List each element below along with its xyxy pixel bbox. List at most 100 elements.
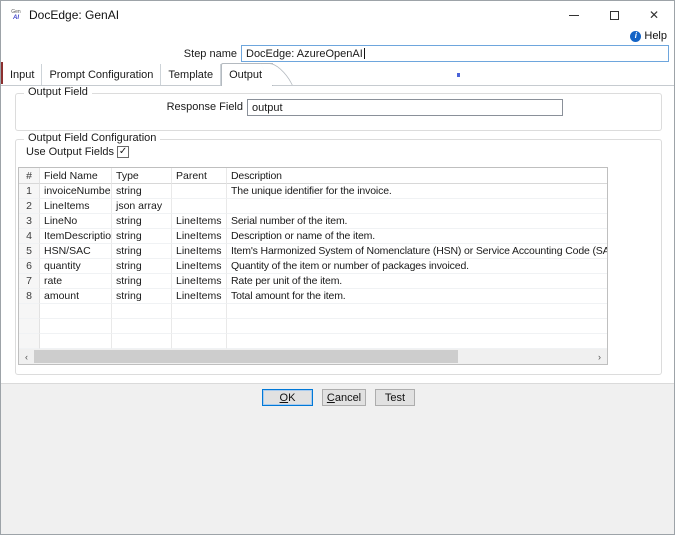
cell-description — [227, 319, 607, 334]
text-caret — [364, 48, 365, 59]
cell-field-name: HSN/SAC — [40, 244, 112, 259]
cell-parent: LineItems — [172, 229, 227, 244]
column-header-parent[interactable]: Parent — [172, 168, 227, 184]
cell-parent — [172, 199, 227, 214]
use-output-fields-checkbox[interactable]: ✓ — [117, 146, 129, 158]
step-name-input[interactable]: DocEdge: AzureOpenAI — [241, 45, 669, 62]
ok-rest: K — [288, 392, 295, 404]
close-icon: ✕ — [649, 8, 659, 22]
column-header-field-name[interactable]: Field Name — [40, 168, 112, 184]
cell-type: string — [112, 244, 172, 259]
scroll-right-arrow-icon[interactable]: › — [592, 349, 607, 364]
button-row: OK Cancel Test — [1, 389, 675, 406]
step-name-value: DocEdge: AzureOpenAI — [246, 48, 363, 60]
empty-table-row — [19, 304, 607, 319]
dialog-footer: OK Cancel Test — [1, 383, 675, 535]
close-button[interactable]: ✕ — [634, 1, 674, 29]
cell-description: Description or name of the item. — [227, 229, 607, 244]
config-group-title: Output Field Configuration — [24, 132, 160, 144]
tab-prompt-configuration[interactable]: Prompt Configuration — [42, 64, 161, 85]
table-header-row: # Field Name Type Parent Description — [19, 168, 607, 184]
output-tab-panel: Output Field Response Field output Outpu… — [1, 86, 675, 383]
cell-type: string — [112, 184, 172, 199]
cancel-rest: ancel — [335, 392, 361, 404]
cell-field-name: LineItems — [40, 199, 112, 214]
app-icon: Gen AI — [8, 7, 24, 23]
ok-button[interactable]: OK — [262, 389, 313, 406]
column-header-type[interactable]: Type — [112, 168, 172, 184]
cell-parent — [172, 304, 227, 319]
cell-description: Quantity of the item or number of packag… — [227, 259, 607, 274]
cell-field-name: ItemDescription — [40, 229, 112, 244]
cancel-button[interactable]: Cancel — [322, 389, 366, 406]
column-header-description[interactable]: Description — [227, 168, 607, 184]
cancel-mnemonic: C — [327, 392, 335, 404]
use-output-fields-row: Use Output Fields ✓ — [26, 146, 129, 158]
scrollbar-track[interactable] — [34, 349, 592, 364]
left-edge-artifact — [1, 62, 3, 84]
column-header-number[interactable]: # — [19, 168, 40, 184]
title-bar: Gen AI DocEdge: GenAI ✕ — [1, 1, 674, 29]
row-number: 7 — [19, 274, 40, 289]
cell-field-name: quantity — [40, 259, 112, 274]
cell-description — [227, 199, 607, 214]
row-number: 5 — [19, 244, 40, 259]
horizontal-scrollbar: ‹ › — [19, 349, 607, 364]
app-icon-text-bottom: AI — [13, 15, 19, 21]
table-row[interactable]: 7 rate string LineItems Rate per unit of… — [19, 274, 607, 289]
test-button[interactable]: Test — [375, 389, 415, 406]
tab-template[interactable]: Template — [161, 64, 221, 85]
cell-type: string — [112, 214, 172, 229]
cell-description: Rate per unit of the item. — [227, 274, 607, 289]
maximize-button[interactable] — [594, 1, 634, 29]
table-row[interactable]: 5 HSN/SAC string LineItems Item's Harmon… — [19, 244, 607, 259]
row-number: 3 — [19, 214, 40, 229]
cell-field-name: LineNo — [40, 214, 112, 229]
cell-description — [227, 304, 607, 319]
row-number: 8 — [19, 289, 40, 304]
cell-type: json array — [112, 199, 172, 214]
minimize-button[interactable] — [554, 1, 594, 29]
row-number: 6 — [19, 259, 40, 274]
cell-field-name — [40, 334, 112, 349]
help-link[interactable]: i Help — [630, 30, 667, 42]
table-row[interactable]: 4 ItemDescription string LineItems Descr… — [19, 229, 607, 244]
cell-parent: LineItems — [172, 214, 227, 229]
cell-parent: LineItems — [172, 274, 227, 289]
stray-dot-artifact — [457, 73, 460, 77]
cell-description: Total amount for the item. — [227, 289, 607, 304]
cell-description — [227, 334, 607, 349]
response-field-label: Response Field — [16, 101, 243, 113]
tab-input[interactable]: Input — [3, 64, 42, 85]
row-number: 4 — [19, 229, 40, 244]
row-number — [19, 319, 40, 334]
cell-parent: LineItems — [172, 289, 227, 304]
cell-parent — [172, 319, 227, 334]
row-number — [19, 304, 40, 319]
cell-parent — [172, 334, 227, 349]
step-name-label: Step name — [1, 48, 237, 60]
tab-output[interactable]: Output — [221, 63, 273, 86]
cell-description: The unique identifier for the invoice. — [227, 184, 607, 199]
table-row[interactable]: 2 LineItems json array — [19, 199, 607, 214]
cell-field-name: rate — [40, 274, 112, 289]
table-row[interactable]: 8 amount string LineItems Total amount f… — [19, 289, 607, 304]
cell-field-name: invoiceNumber — [40, 184, 112, 199]
cell-parent: LineItems — [172, 244, 227, 259]
response-field-value: output — [252, 102, 283, 114]
use-output-fields-label: Use Output Fields — [26, 146, 114, 158]
output-field-group-title: Output Field — [24, 86, 92, 98]
window-controls: ✕ — [554, 1, 674, 29]
table-row[interactable]: 1 invoiceNumber string The unique identi… — [19, 184, 607, 199]
scrollbar-thumb[interactable] — [34, 350, 458, 363]
cell-field-name — [40, 319, 112, 334]
tab-strip: Input Prompt Configuration Template Outp… — [1, 63, 675, 85]
scroll-left-arrow-icon[interactable]: ‹ — [19, 349, 34, 364]
table-row[interactable]: 3 LineNo string LineItems Serial number … — [19, 214, 607, 229]
cell-parent: LineItems — [172, 259, 227, 274]
table-row[interactable]: 6 quantity string LineItems Quantity of … — [19, 259, 607, 274]
cell-type: string — [112, 289, 172, 304]
response-field-input[interactable]: output — [247, 99, 563, 116]
cell-type: string — [112, 274, 172, 289]
cell-description: Serial number of the item. — [227, 214, 607, 229]
